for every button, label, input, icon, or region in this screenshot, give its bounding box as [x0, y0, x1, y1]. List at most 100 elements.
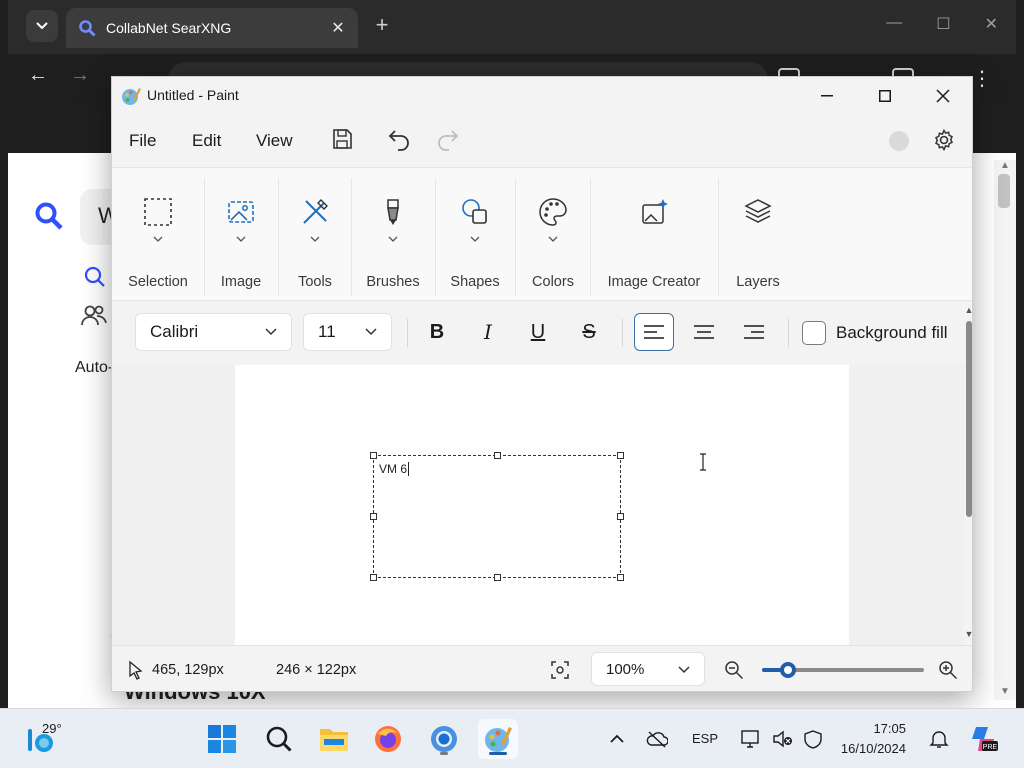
menu-view[interactable]: View: [256, 131, 293, 151]
network-icon[interactable]: [740, 729, 762, 749]
selection-size: 246 × 122px: [276, 662, 357, 678]
taskbar-paint[interactable]: [478, 719, 518, 759]
font-family-select[interactable]: Calibri: [135, 313, 292, 351]
resize-handle[interactable]: [494, 452, 501, 459]
chevron-down-icon: [153, 236, 163, 242]
onedrive-icon[interactable]: [646, 729, 668, 749]
volume-muted-icon[interactable]: [772, 729, 794, 749]
ribbon-label: Image: [220, 274, 262, 290]
taskbar-search-button[interactable]: [259, 719, 299, 759]
clock[interactable]: 17:05 16/10/2024: [830, 719, 906, 759]
align-center-button[interactable]: [684, 313, 724, 351]
bold-icon: B: [429, 320, 445, 343]
gear-icon[interactable]: [932, 128, 956, 152]
zoom-slider-knob[interactable]: [780, 662, 796, 678]
start-button[interactable]: [202, 719, 242, 759]
minimize-icon[interactable]: —: [886, 14, 902, 34]
bold-button[interactable]: B: [417, 313, 457, 351]
back-icon[interactable]: ←: [24, 64, 52, 92]
taskbar-firefox[interactable]: [368, 719, 408, 759]
ribbon-tools[interactable]: Tools: [279, 168, 351, 302]
scroll-thumb[interactable]: [966, 321, 972, 517]
scroll-up-icon[interactable]: ▲: [964, 305, 972, 315]
ribbon-layers[interactable]: Layers: [719, 168, 797, 302]
italic-button[interactable]: I: [468, 313, 508, 351]
ribbon-shapes[interactable]: Shapes: [436, 168, 514, 302]
font-size-select[interactable]: 11: [303, 313, 392, 351]
security-icon[interactable]: [802, 729, 824, 749]
maximize-button[interactable]: [856, 77, 914, 115]
strikethrough-button[interactable]: S: [569, 313, 609, 351]
redo-icon[interactable]: [436, 127, 460, 151]
zoom-select[interactable]: 100%: [591, 652, 705, 686]
scroll-down-icon[interactable]: ▼: [998, 686, 1012, 697]
fit-to-window-icon[interactable]: [550, 660, 570, 680]
weather-temperature: 29°: [42, 721, 62, 736]
resize-handle[interactable]: [370, 513, 377, 520]
active-indicator: [489, 752, 507, 755]
zoom-slider[interactable]: [762, 662, 924, 678]
browser-menu-icon[interactable]: ⋮: [972, 66, 992, 91]
menu-edit[interactable]: Edit: [192, 131, 221, 151]
users-icon[interactable]: [80, 301, 108, 329]
notification-bell-icon[interactable]: [928, 729, 950, 749]
maximize-icon[interactable]: ☐: [936, 14, 950, 34]
scroll-thumb[interactable]: [998, 174, 1010, 208]
resize-handle[interactable]: [617, 574, 624, 581]
resize-handle[interactable]: [617, 452, 624, 459]
align-left-button[interactable]: [634, 313, 674, 351]
browser-tab[interactable]: CollabNet SearXNG ✕: [66, 8, 358, 48]
resize-handle[interactable]: [370, 452, 377, 459]
new-tab-button[interactable]: +: [370, 14, 394, 38]
toolbar-divider: [407, 319, 408, 347]
align-right-button[interactable]: [734, 313, 774, 351]
account-avatar[interactable]: [889, 131, 909, 151]
taskbar-file-explorer[interactable]: [314, 719, 354, 759]
copilot-icon[interactable]: PRE: [968, 723, 1000, 755]
ribbon-selection[interactable]: Selection: [112, 168, 204, 302]
ribbon-image-creator[interactable]: Image Creator: [591, 168, 717, 302]
browser-scrollbar[interactable]: ▲ ▼: [994, 160, 1016, 700]
taskbar-chrome[interactable]: [424, 719, 464, 759]
scroll-down-icon[interactable]: ▼: [964, 629, 972, 639]
text-box-content[interactable]: VM 6: [379, 462, 410, 476]
drawing-canvas[interactable]: VM 6: [235, 365, 849, 645]
browser-tab-strip: CollabNet SearXNG ✕ + — ☐ ✕: [8, 0, 1016, 54]
ribbon-label: Brushes: [366, 274, 420, 290]
undo-icon[interactable]: [387, 127, 411, 151]
save-icon[interactable]: [330, 127, 354, 151]
chevron-down-icon: [265, 328, 277, 336]
forward-icon[interactable]: →: [66, 64, 94, 92]
zoom-in-icon[interactable]: [938, 660, 958, 680]
running-indicator: [440, 752, 448, 755]
background-fill-checkbox[interactable]: [802, 321, 826, 345]
search-tab-icon[interactable]: [82, 265, 108, 289]
resize-handle[interactable]: [494, 574, 501, 581]
font-size-value: 11: [318, 322, 336, 341]
menu-file[interactable]: File: [129, 131, 156, 151]
chevron-down-icon: [36, 22, 48, 30]
ribbon-brushes[interactable]: Brushes: [352, 168, 434, 302]
resize-handle[interactable]: [370, 574, 377, 581]
underline-icon: U: [530, 320, 546, 343]
close-button[interactable]: [914, 77, 972, 115]
text-box[interactable]: VM 6: [370, 452, 624, 581]
language-indicator[interactable]: ESP: [692, 731, 718, 746]
tab-list-button[interactable]: [26, 10, 58, 42]
ribbon-colors[interactable]: Colors: [516, 168, 590, 302]
close-icon[interactable]: ✕: [985, 14, 998, 34]
minimize-button[interactable]: [798, 77, 856, 115]
chevron-up-icon[interactable]: [606, 729, 628, 749]
chevron-down-icon: [365, 328, 377, 336]
canvas-area[interactable]: VM 6: [112, 365, 964, 645]
svg-text:PRE: PRE: [983, 744, 998, 751]
paint-window: Untitled - Paint File Edit View Selectio…: [111, 76, 973, 692]
ribbon-image[interactable]: Image: [205, 168, 277, 302]
cursor-position: 465, 129px: [152, 662, 224, 678]
scroll-up-icon[interactable]: ▲: [998, 160, 1012, 171]
canvas-scrollbar[interactable]: ▲ ▼: [964, 303, 972, 645]
zoom-out-icon[interactable]: [724, 660, 744, 680]
tab-close-icon[interactable]: ✕: [328, 18, 348, 38]
resize-handle[interactable]: [617, 513, 624, 520]
underline-button[interactable]: U: [518, 313, 558, 351]
